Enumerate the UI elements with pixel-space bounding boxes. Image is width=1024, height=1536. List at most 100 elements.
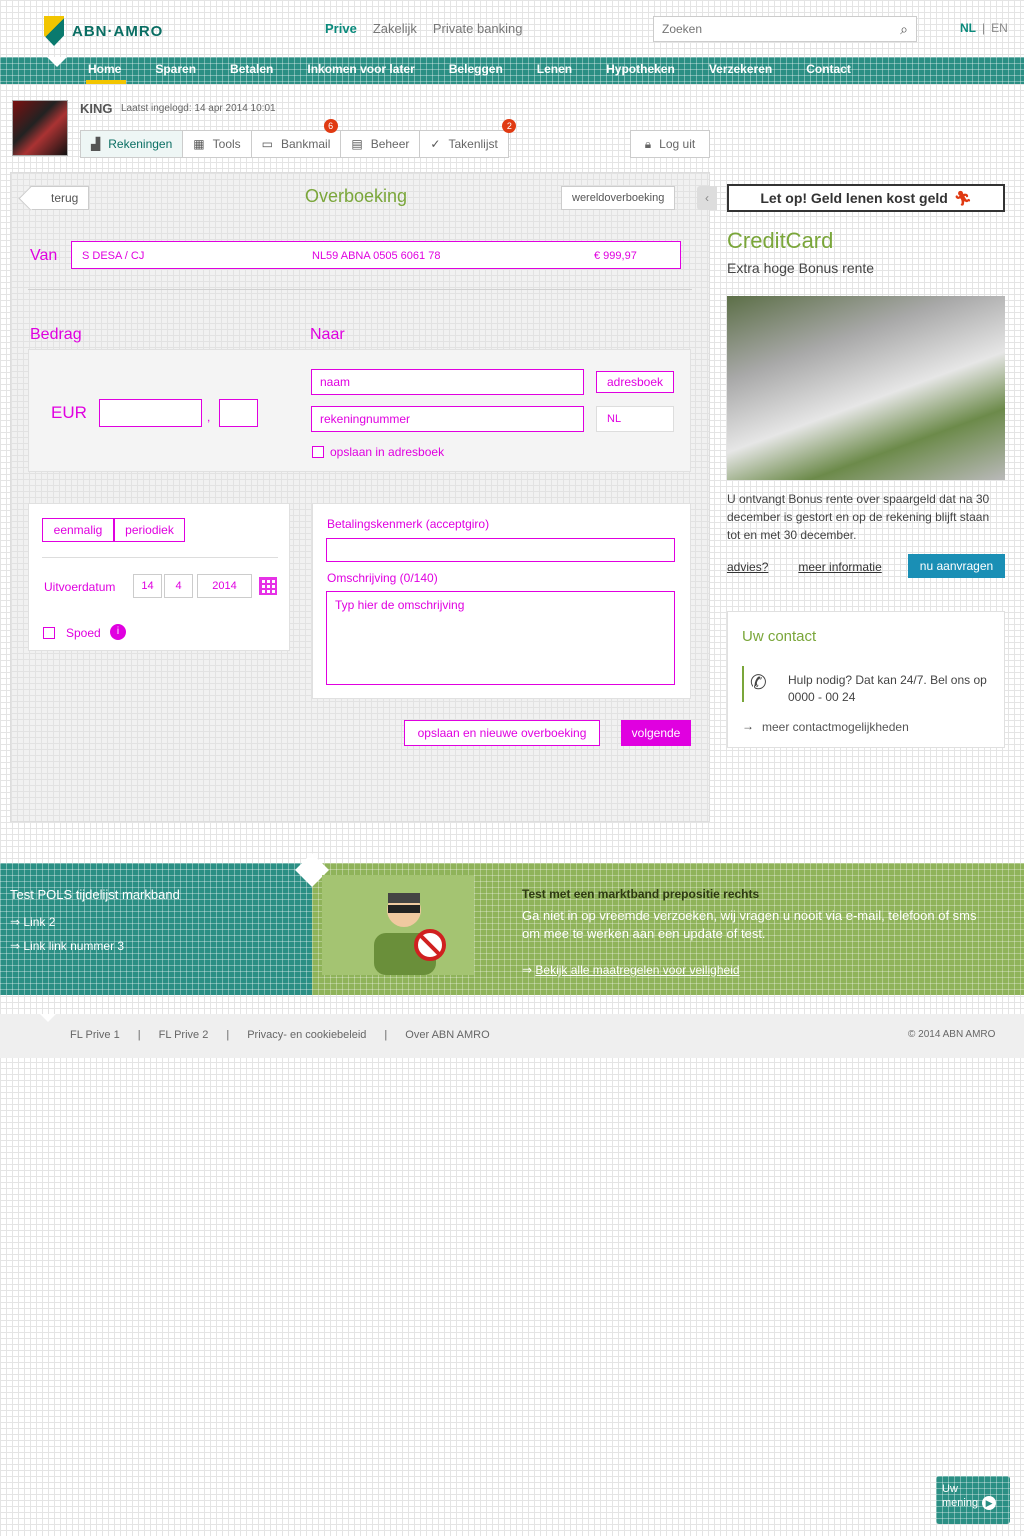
international-transfer-button[interactable]: wereldoverboeking [561,186,676,210]
mainnav-verzekeren[interactable]: Verzekeren [709,62,772,76]
amount-cents-input[interactable] [219,399,258,427]
contact-text: Hulp nodig? Dat kan 24/7. Bel ons op 000… [788,673,987,704]
loan-warning-banner: Let op! Geld lenen kost geld 🏃︎ [727,184,1005,212]
date-year-field[interactable]: 2014 [197,574,252,598]
logout-button[interactable]: 🔒︎ Log uit [630,130,710,158]
back-button[interactable]: terug [30,186,90,210]
apply-now-button[interactable]: nu aanvragen [908,554,1005,578]
search-box: ⌕ [653,16,917,42]
urgent-checkbox[interactable] [43,627,55,639]
description-label: Omschrijving (0/140) [327,571,438,585]
back-label: terug [51,191,79,205]
bankmail-badge: 6 [323,119,338,133]
band-link-2[interactable]: ⇒ Link link nummer 3 [10,939,124,953]
account-number-input[interactable] [311,406,584,432]
band-link-1[interactable]: ⇒ Link 2 [10,915,55,929]
mainnav-home[interactable]: Home [88,62,121,76]
mainnav-lenen[interactable]: Lenen [537,62,572,76]
payment-reference-input[interactable] [326,538,675,562]
band-right-title: Test met een marktband prepositie rechts [522,887,760,901]
settings-icon: ▤ [351,137,363,151]
footer-pointer [40,1014,56,1022]
tab-rekeningen[interactable]: ▟ Rekeningen [81,131,184,157]
mainnav-contact[interactable]: Contact [806,62,851,76]
lock-icon: 🔒︎ [644,136,652,151]
feedback-line-2: mening [942,1497,979,1509]
chevron-left-icon[interactable]: ‹ [697,186,717,210]
page-title: Overboeking [305,186,408,206]
tab-label: Beheer [370,137,410,151]
save-address-checkbox[interactable] [312,446,324,458]
more-info-link[interactable]: meer informatie [798,560,881,574]
mainnav-betalen[interactable]: Betalen [230,62,273,76]
recipient-name-input[interactable] [311,369,584,395]
date-day-field[interactable]: 14 [133,574,162,598]
info-icon[interactable]: i [110,624,126,640]
footer-link-about[interactable]: Over ABN AMRO [405,1029,489,1041]
nav-private-banking[interactable]: Private banking [433,21,523,36]
save-and-new-button[interactable]: opslaan en nieuwe overboeking [404,720,600,746]
tab-takenlijst[interactable]: ✓ Takenlijst 2 [420,119,517,157]
contact-accent [742,666,744,702]
feedback-button[interactable]: Uw mening ▶ [936,1476,1010,1524]
save-address-label: opslaan in adresboek [330,445,445,459]
lang-separator: | [982,21,986,35]
decimal-separator: , [207,410,211,424]
country-code-field[interactable]: NL [596,406,674,432]
tab-tools[interactable]: ▦ Tools [183,131,252,157]
logout-label: Log uit [659,137,696,151]
advice-link[interactable]: advies? [727,560,768,574]
lang-en[interactable]: EN [991,21,1008,35]
abn-amro-logo[interactable]: ABN·AMRO [44,14,174,48]
search-icon[interactable]: ⌕ [900,21,908,38]
promo-title: CreditCard [727,228,834,253]
mainnav-sparen[interactable]: Sparen [155,62,196,76]
feedback-line-1: Uw [942,1483,958,1495]
user-name: KING [80,101,113,116]
nav-prive[interactable]: Prive [325,21,357,36]
mainnav-hypotheken[interactable]: Hypotheken [606,62,675,76]
execution-date-label: Uitvoerdatum [44,580,116,594]
takenlijst-badge: 2 [502,119,517,133]
shield-logo-icon [44,16,64,46]
tab-bankmail[interactable]: ▭ Bankmail 6 [252,119,342,157]
calendar-icon[interactable] [259,577,277,595]
nav-zakelijk[interactable]: Zakelijk [373,21,417,36]
currency-label: EUR [51,403,87,422]
payment-reference-label: Betalingskenmerk (acceptgiro) [327,517,490,531]
band-right-text: Ga niet in op vreemde verzoeken, wij vra… [522,908,977,941]
security-link[interactable]: ⇒ Bekijk alle maatregelen voor veilighei… [522,963,740,977]
mainnav-beleggen[interactable]: Beleggen [449,62,503,76]
search-input[interactable] [654,17,884,41]
tab-label: Takenlijst [448,137,498,151]
more-contact-link[interactable]: meer contactmogelijkheden [762,720,909,734]
description-textarea[interactable] [326,591,675,685]
footer-link-privacy[interactable]: Privacy- en cookiebeleid [247,1029,366,1041]
mainnav-inkomen[interactable]: Inkomen voor later [307,62,414,76]
amount-euros-input[interactable] [99,399,202,427]
footer-link-prive-2[interactable]: FL Prive 2 [159,1029,209,1041]
from-account-select[interactable]: S DESA / CJ NL59 ABNA 0505 6061 78 € 999… [71,241,681,269]
contact-box: Uw contact ✆ Hulp nodig? Dat kan 24/7. B… [727,611,1005,748]
periodic-toggle[interactable]: periodiek [114,518,185,542]
tab-beheer[interactable]: ▤ Beheer [341,131,421,157]
urgent-label: Spoed [66,626,101,640]
from-account-name: S DESA / CJ [82,250,145,262]
address-book-button[interactable]: adresboek [596,371,674,393]
next-button[interactable]: volgende [621,720,691,746]
lang-nl[interactable]: NL [960,21,976,35]
footer-separator: | [226,1029,230,1041]
copyright: © 2014 ABN AMRO [908,1029,996,1040]
footer-link-prive-1[interactable]: FL Prive 1 [70,1029,120,1041]
once-toggle[interactable]: eenmalig [42,518,114,542]
band-left-title: Test POLS tijdelijst markband [10,887,180,902]
feedback-line-2-row: mening ▶ [942,1496,1004,1510]
date-month-field[interactable]: 4 [164,574,193,598]
phone-icon: ✆ [750,672,767,694]
tab-label: Bankmail [281,137,331,151]
bar-chart-icon: ▟ [91,137,101,151]
running-person-icon: 🏃︎ [953,189,972,206]
arrow-right-icon: → [742,719,754,733]
from-account-balance: € 999,97 [594,250,637,262]
main-nav: Home Sparen Betalen Inkomen voor later B… [88,62,885,76]
